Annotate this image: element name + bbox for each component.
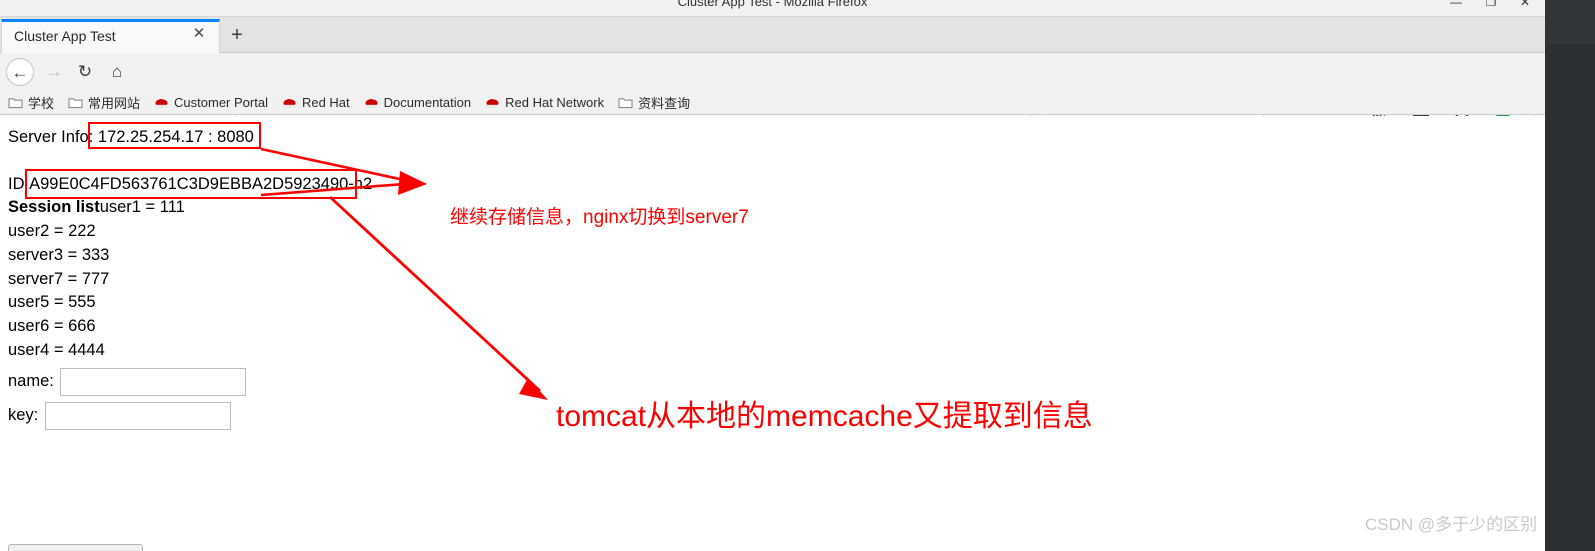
new-tab-button[interactable]: + [222, 19, 252, 53]
title-bar: Cluster App Test - Mozilla Firefox — ❐ ✕ [0, 0, 1545, 17]
folder-icon [8, 96, 23, 110]
server-info-label: Server Info [8, 128, 89, 146]
session-id-value: A99E0C4FD563761C3D9EBBA2D5923490-n2 [29, 175, 373, 193]
tab-close-icon[interactable]: ✕ [191, 26, 207, 42]
browser-window: Cluster App Test - Mozilla Firefox — ❐ ✕… [0, 0, 1545, 551]
redhat-icon [154, 96, 169, 110]
folder-icon [68, 96, 83, 110]
bookmark-item[interactable]: 常用网站 [68, 93, 140, 112]
session-entry: server3 = 333 [8, 246, 110, 264]
navigation-toolbar: ← → ↻ ⌂ i 172.25.254.15/test.jsp ••• [0, 53, 1545, 139]
tab-title: Cluster App Test [14, 28, 116, 44]
desktop-panel-strip [1545, 0, 1595, 44]
csdn-watermark: CSDN @多于少的区别 [1365, 515, 1538, 534]
redhat-icon [364, 96, 379, 110]
screenshot-root: Cluster App Test - Mozilla Firefox — ❐ ✕… [0, 0, 1595, 551]
window-maximize-button[interactable]: ❐ [1478, 0, 1504, 11]
bookmark-label: Red Hat [301, 95, 350, 110]
bookmark-label: 常用网站 [88, 96, 141, 111]
bookmark-item[interactable]: 资料查询 [618, 93, 690, 112]
annotation-note-2: tomcat从本地的memcache又提取到信息 [556, 400, 1093, 433]
redhat-icon [485, 96, 500, 110]
page-content: Server Info: 172.25.254.17 : 8080 ID A99… [0, 116, 1545, 551]
session-id-label: ID [8, 175, 25, 193]
back-icon[interactable]: ← [6, 58, 34, 86]
bookmark-item[interactable]: Customer Portal [154, 95, 268, 110]
key-label: key: [8, 406, 39, 425]
name-input[interactable] [60, 368, 247, 396]
server-info-line: Server Info: 172.25.254.17 : 8080 [8, 128, 254, 147]
window-title: Cluster App Test - Mozilla Firefox [677, 0, 868, 9]
bookmark-item[interactable]: Red Hat [282, 95, 350, 110]
forward-icon[interactable]: → [40, 58, 68, 86]
bookmark-item[interactable]: 学校 [8, 93, 54, 112]
submit-query-button[interactable]: Submit Query [8, 544, 143, 551]
folder-icon [618, 96, 633, 110]
bookmarks-bar: 学校 常用网站 Customer Portal Red Hat Document… [0, 91, 1545, 115]
server-info-value: : 172.25.254.17 : 8080 [88, 128, 254, 146]
session-entry: server7 = 777 [8, 270, 110, 288]
bookmark-label: 资料查询 [638, 96, 691, 111]
session-list-line: Session listuser1 = 111 [8, 198, 185, 217]
key-input[interactable] [44, 402, 231, 430]
window-close-button[interactable]: ✕ [1512, 0, 1538, 11]
session-entry: user2 = 222 [8, 222, 96, 240]
key-form-row: key: [8, 402, 231, 430]
bookmark-label: Customer Portal [174, 95, 268, 110]
bookmark-item[interactable]: Red Hat Network [485, 95, 604, 110]
name-label: name: [8, 372, 54, 391]
session-entry: user4 = 4444 [8, 341, 105, 359]
window-minimize-button[interactable]: — [1443, 0, 1469, 11]
annotation-note-1: 继续存储信息，nginx切换到server7 [450, 207, 749, 228]
tab-cluster-app-test[interactable]: Cluster App Test ✕ [1, 19, 220, 53]
name-form-row: name: [8, 368, 247, 396]
session-entry: user1 = 111 [99, 198, 185, 216]
home-icon[interactable]: ⌂ [103, 58, 131, 86]
redhat-icon [282, 96, 297, 110]
session-entry: user5 = 555 [8, 293, 96, 311]
desktop-background [1545, 0, 1595, 551]
session-id-line: ID A99E0C4FD563761C3D9EBBA2D5923490-n2 [8, 175, 372, 194]
reload-icon[interactable]: ↻ [71, 58, 99, 86]
bookmark-item[interactable]: Documentation [364, 95, 471, 110]
session-list-label: Session list [8, 198, 100, 216]
bookmark-label: Red Hat Network [505, 95, 605, 110]
bookmark-label: Documentation [383, 95, 472, 110]
bookmark-label: 学校 [28, 96, 55, 111]
tab-strip: Cluster App Test ✕ + [0, 17, 1545, 53]
session-entry: user6 = 666 [8, 317, 96, 335]
